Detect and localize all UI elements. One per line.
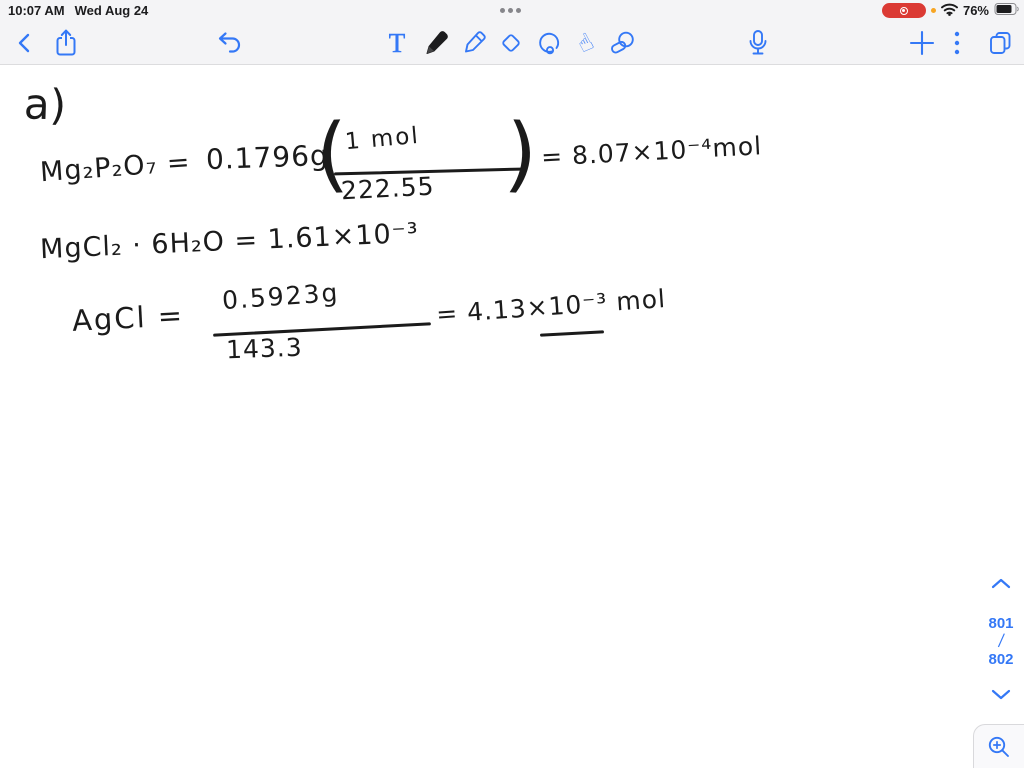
status-bar: 10:07 AM Wed Aug 24 76% <box>0 0 1024 22</box>
pen-tool-button[interactable] <box>420 27 452 59</box>
eraser-tool-button[interactable] <box>495 27 527 59</box>
pages-icon <box>990 32 1011 54</box>
back-button[interactable] <box>9 27 41 59</box>
zoom-panel-button[interactable] <box>973 724 1024 768</box>
pointing-hand-icon: ☝ <box>571 27 599 59</box>
text-tool-icon: T <box>388 27 406 58</box>
text-tool-button[interactable]: T <box>381 27 413 59</box>
toolbar: T ☝ <box>0 22 1024 65</box>
previous-page-button[interactable] <box>991 576 1011 594</box>
highlighter-icon <box>465 31 486 53</box>
lasso-tool-button[interactable] <box>532 27 564 59</box>
total-page-number: 802 <box>988 651 1014 668</box>
pen-ring-icon <box>611 31 634 54</box>
page-manager-button[interactable] <box>984 27 1016 59</box>
share-button[interactable] <box>50 27 82 59</box>
privacy-indicator-icon <box>930 8 936 13</box>
undo-button[interactable] <box>214 27 246 59</box>
current-page-number: 801 <box>988 615 1014 632</box>
handwriting-eq1-frac-numerator: 1 mol <box>343 122 421 156</box>
lasso-icon <box>539 32 560 55</box>
pen-icon <box>426 31 448 54</box>
plus-icon <box>909 30 935 56</box>
handwriting-eq3-frac-numerator: 0.5923g <box>221 277 341 316</box>
handwriting-eq3-frac-denominator: 143.3 <box>225 332 304 365</box>
handwriting-eq1-lhs: Mg₂P₂O₇ = <box>39 146 192 189</box>
handwriting-eq2: MgCl₂ · 6H₂O = 1.61×10⁻³ <box>39 217 420 266</box>
handwriting-eq1-close-paren: ) <box>502 106 540 203</box>
next-page-button[interactable] <box>991 687 1011 705</box>
handwriting-eq3-underline <box>539 330 605 337</box>
chevron-down-icon <box>991 689 1011 700</box>
eraser-icon <box>502 34 520 52</box>
page-divider: / <box>996 630 1006 653</box>
drawing-canvas[interactable]: a) Mg₂P₂O₇ = 0.1796g ( 1 mol 222.55 ) = … <box>0 66 1024 768</box>
microphone-icon <box>749 30 767 55</box>
wifi-icon <box>941 3 958 19</box>
chevron-up-icon <box>991 578 1011 589</box>
screen-recording-indicator-icon[interactable] <box>881 3 926 18</box>
handwriting-eq1-mass: 0.1796g <box>205 138 330 177</box>
multitask-handle-icon[interactable] <box>500 8 521 13</box>
battery-percent-label: 76% <box>962 3 989 18</box>
more-options-button[interactable] <box>944 27 970 59</box>
handwriting-eq3-lhs: AgCl = <box>71 298 185 338</box>
hand-tool-button[interactable]: ☝ <box>569 27 601 59</box>
clock-time: 10:07 AM <box>8 3 65 18</box>
handwriting-eq1-result: = 8.07×10⁻⁴mol <box>540 131 763 172</box>
handwriting-part-label: a) <box>23 79 67 130</box>
page-navigator: 801 / 802 <box>978 576 1024 705</box>
record-audio-button[interactable] <box>742 27 774 59</box>
kebab-icon <box>954 31 960 55</box>
status-date: Wed Aug 24 <box>74 3 149 18</box>
highlighter-tool-button[interactable] <box>458 27 490 59</box>
battery-icon <box>994 2 1020 19</box>
tape-tool-button[interactable] <box>606 27 638 59</box>
handwriting-eq1-frac-denominator: 222.55 <box>340 171 436 206</box>
magnifier-plus-icon <box>988 736 1009 757</box>
add-page-button[interactable] <box>906 27 938 59</box>
handwriting-eq3-result: = 4.13×10⁻³ mol <box>435 284 667 329</box>
